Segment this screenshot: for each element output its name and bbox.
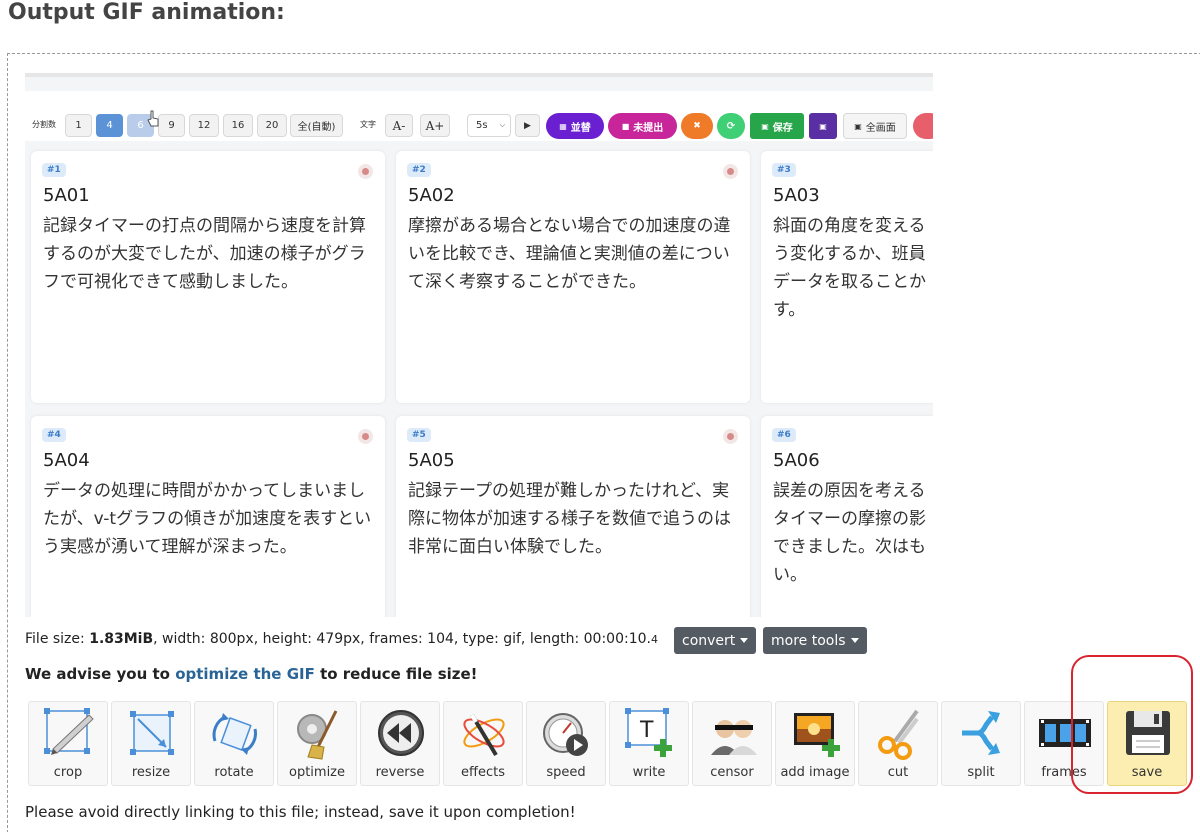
resize-icon: [130, 711, 174, 755]
linking-note: Please avoid directly linking to this fi…: [25, 803, 576, 821]
card-title: 5A02: [408, 185, 455, 206]
card-text: 記録テープの処理が難しかったけれど、実際に物体が加速する様子を数値で追うのは非常…: [408, 481, 731, 557]
student-card: #2 5A02 摩擦がある場合とない場合での加速度の違いを比較でき、理論値と実測…: [396, 151, 750, 403]
censor-button[interactable]: censor: [692, 701, 772, 786]
text-size-label: 文字: [360, 120, 376, 129]
rotate-icon: [212, 713, 257, 755]
hand-cursor-icon: [147, 110, 159, 127]
optimize-advice: We advise you to optimize the GIF to red…: [25, 665, 478, 683]
save-data-button: ▣ 保存: [750, 113, 804, 139]
split-4-button: 4: [96, 114, 123, 137]
floppy-icon: ▣: [761, 121, 769, 131]
card-number-badge: #4: [42, 428, 66, 442]
reverse-icon: [378, 710, 424, 756]
avatar-icon: [358, 164, 373, 179]
card-text: 摩擦がある場合とない場合での加速度の違いを比較でき、理論値と実測値の差について深…: [408, 216, 731, 292]
card-number-badge: #1: [42, 163, 66, 177]
card-title: 5A06: [773, 450, 820, 471]
sort-icon: ▦: [559, 121, 567, 131]
shuffle-icon: ✖: [693, 121, 701, 131]
split-20-button: 20: [257, 114, 287, 137]
card-text: データの処理に時間がかかってしまいましたが、v-tグラフの傾きが加速度を表すとい…: [43, 481, 372, 557]
write-icon: T: [625, 708, 672, 757]
write-button[interactable]: T write: [609, 701, 689, 786]
caret-down-icon: [740, 638, 749, 643]
split-16-button: 16: [223, 114, 253, 137]
speed-button[interactable]: speed: [526, 701, 606, 786]
crop-button[interactable]: crop: [28, 701, 108, 786]
card-title: 5A03: [773, 185, 820, 206]
split-9-button: 9: [158, 114, 185, 137]
card-text: 記録タイマーの打点の間隔から速度を計算するのが大変でしたが、加速の様子がグラフで…: [43, 216, 366, 292]
cut-button[interactable]: cut: [858, 701, 938, 786]
split-1-button: 1: [65, 114, 92, 137]
image-button: ▣: [809, 113, 837, 139]
file-size-value: 1.83MiB: [89, 631, 154, 647]
card-number-badge: #2: [407, 163, 431, 177]
close-partial-button: [913, 113, 933, 139]
student-card: #6 5A06 誤差の原因を考える タイマーの摩擦の影 できました。次はも い。: [761, 416, 933, 617]
page-title: Output GIF animation:: [8, 0, 285, 25]
split-12-button: 12: [189, 114, 219, 137]
split-icon: [962, 711, 1000, 755]
cut-icon: [878, 709, 919, 760]
caret-down-icon: [850, 638, 859, 643]
student-card: #4 5A04 データの処理に時間がかかってしまいましたが、v-tグラフの傾きが…: [31, 416, 385, 617]
card-title: 5A05: [408, 450, 455, 471]
student-card: #3 5A03 斜面の角度を変える う変化するか、班員 データを取ることか す。: [761, 151, 933, 403]
svg-text:T: T: [639, 718, 654, 743]
censor-icon: [711, 720, 757, 755]
gif-preview: 分割数 1 4 6 9 12 16 20 全(自動) 文字 A- A+ 5s ⌵…: [25, 73, 933, 617]
image-icon: ▣: [819, 121, 827, 131]
font-smaller-button: A-: [385, 114, 413, 137]
more-tools-dropdown[interactable]: more tools: [763, 627, 867, 654]
chevron-down-icon: ⌵: [499, 121, 505, 129]
preview-toolbar: 分割数 1 4 6 9 12 16 20 全(自動) 文字 A- A+ 5s ⌵…: [25, 91, 933, 141]
optimize-icon: [297, 710, 338, 760]
refresh-icon: ⟳: [726, 120, 736, 132]
card-title: 5A04: [43, 450, 90, 471]
avatar-icon: [358, 429, 373, 444]
unsubmitted-button: ■ 未提出: [608, 113, 677, 139]
card-number-badge: #6: [772, 428, 796, 442]
card-number-badge: #3: [772, 163, 796, 177]
avatar-icon: [723, 429, 738, 444]
sort-button: ▦ 並替: [546, 113, 604, 139]
card-title: 5A01: [43, 185, 90, 206]
convert-dropdown[interactable]: convert: [674, 627, 757, 654]
play-button: ▶: [515, 114, 540, 137]
split-auto-button: 全(自動): [290, 114, 343, 137]
effects-button[interactable]: effects: [443, 701, 523, 786]
optimize-button[interactable]: optimize: [277, 701, 357, 786]
rotate-button[interactable]: rotate: [194, 701, 274, 786]
shuffle-button: ✖: [681, 113, 713, 139]
card-text: 斜面の角度を変える う変化するか、班員 データを取ることか す。: [773, 216, 926, 320]
card-text: 誤差の原因を考える タイマーの摩擦の影 できました。次はも い。: [773, 481, 926, 585]
resize-button[interactable]: resize: [111, 701, 191, 786]
interval-select: 5s ⌵: [467, 114, 511, 137]
split-button[interactable]: split: [941, 701, 1021, 786]
effects-icon: [463, 713, 505, 757]
refresh-button: ⟳: [717, 113, 745, 139]
split-count-label: 分割数: [32, 120, 56, 129]
add-image-button[interactable]: add image: [775, 701, 855, 786]
student-card: #5 5A05 記録テープの処理が難しかったけれど、実際に物体が加速する様子を数…: [396, 416, 750, 617]
save-highlight-ring: [1071, 655, 1193, 794]
person-icon: ■: [621, 121, 630, 131]
file-info: File size: 1.83MiB, width: 800px, height…: [25, 631, 658, 647]
font-larger-button: A+: [420, 114, 450, 137]
student-card: #1 5A01 記録タイマーの打点の間隔から速度を計算するのが大変でしたが、加速…: [31, 151, 385, 403]
play-icon: ▶: [524, 120, 531, 131]
reverse-button[interactable]: reverse: [360, 701, 440, 786]
card-number-badge: #5: [407, 428, 431, 442]
speed-icon: [543, 713, 588, 756]
optimize-link[interactable]: optimize the GIF: [175, 665, 315, 683]
crop-icon: [44, 708, 94, 755]
fullscreen-button: ▣ 全画面: [843, 113, 907, 139]
add-image-icon: [794, 713, 840, 757]
fullscreen-icon: ▣: [854, 121, 862, 131]
avatar-icon: [723, 164, 738, 179]
